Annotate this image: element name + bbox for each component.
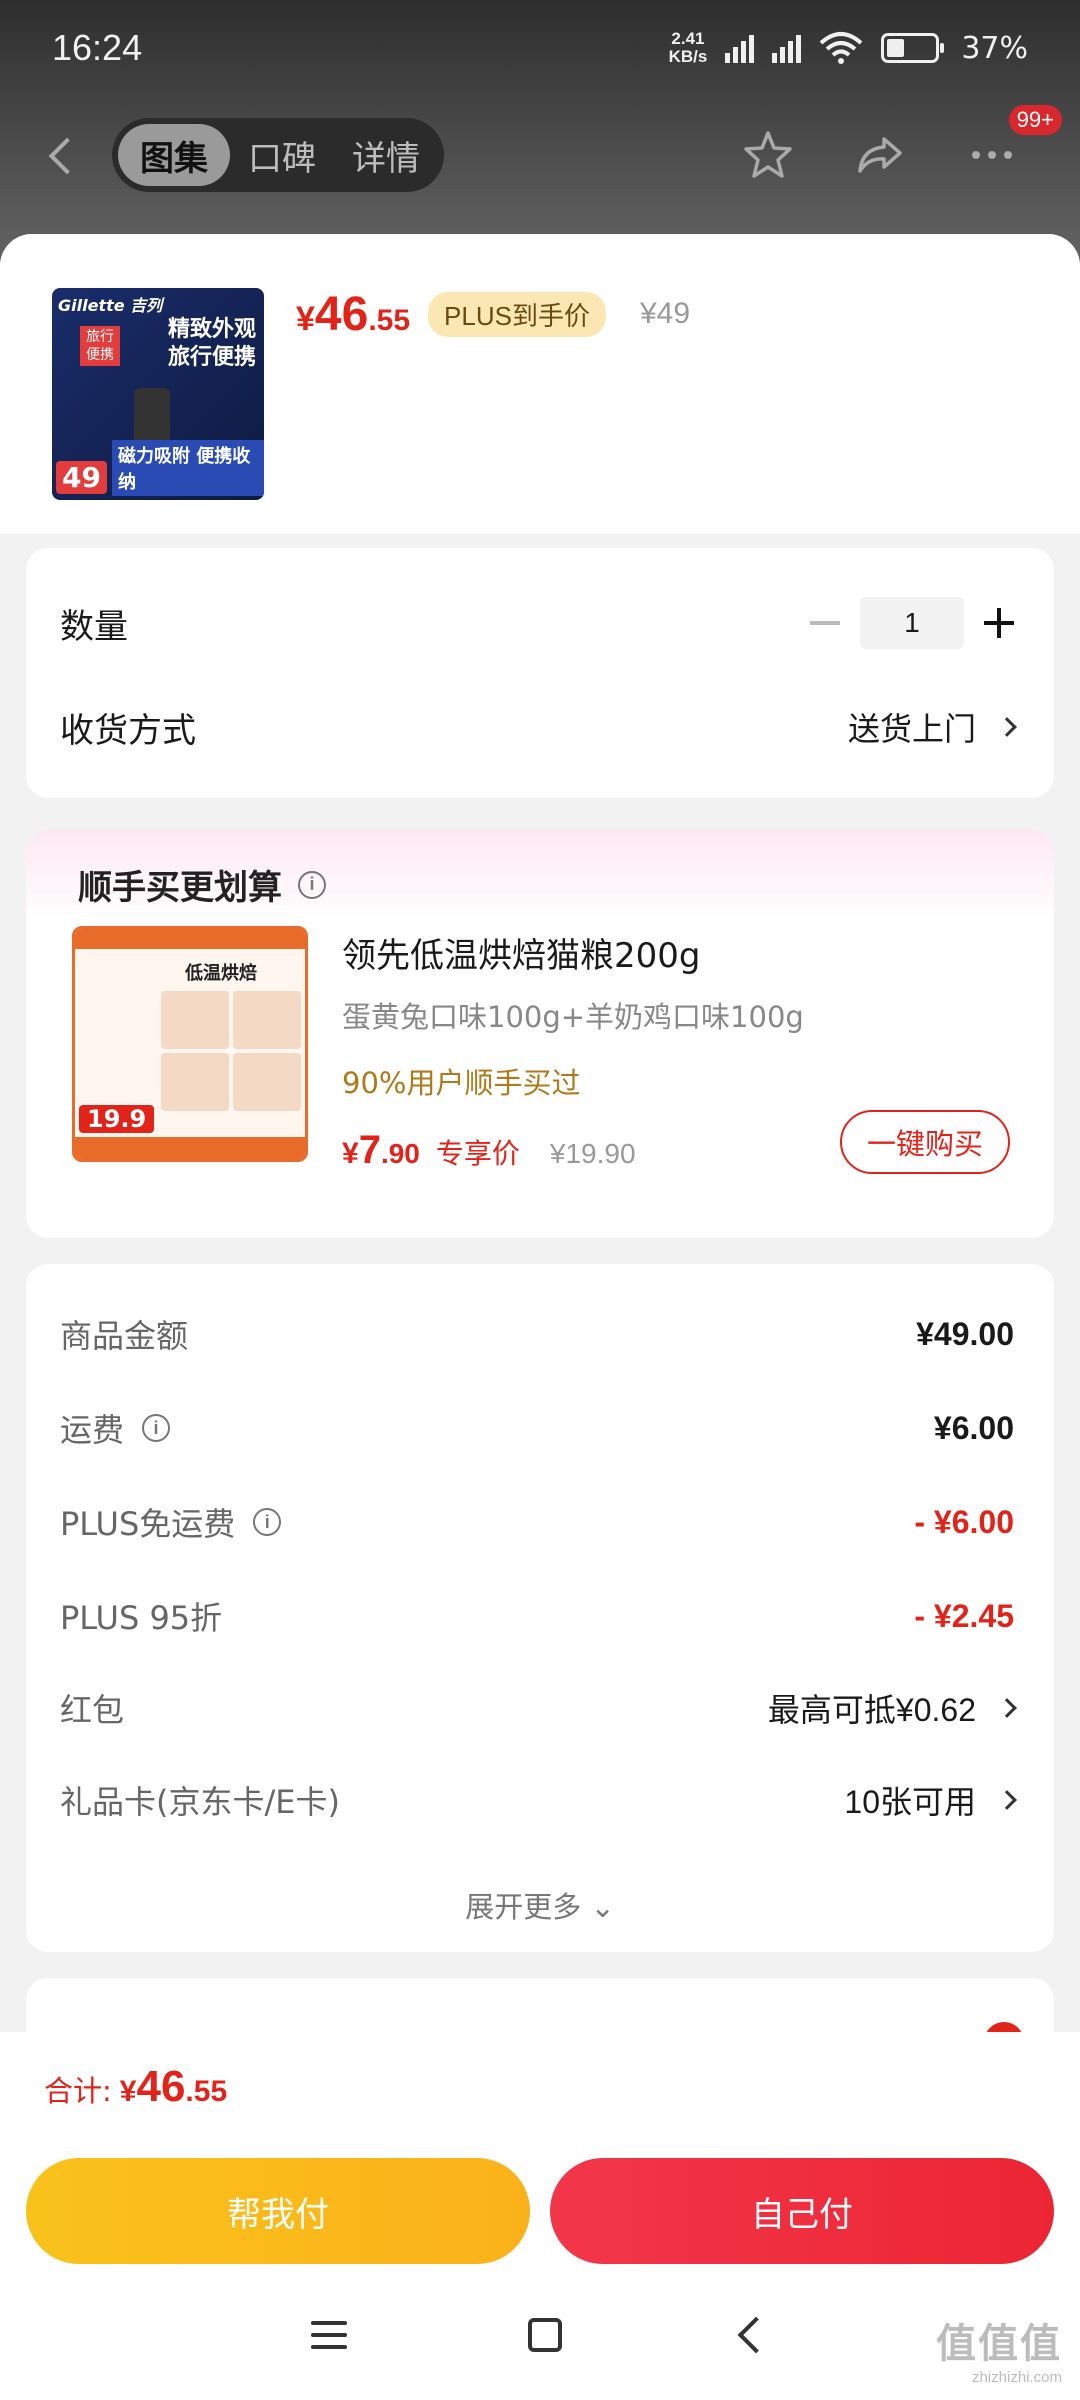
addon-name[interactable]: 领先低温烘焙猫粮200g	[342, 928, 700, 977]
addon-price-row: ¥7.90 专享价 ¥19.90	[342, 1128, 636, 1173]
shipping-value: ¥6.00	[933, 1409, 1014, 1446]
addon-title: 顺手买更划算 i	[78, 860, 326, 909]
fee-row-shipping: 运费 i ¥6.00	[60, 1409, 1014, 1450]
chevron-down-icon: ⌄	[590, 1890, 615, 1924]
addon-thumb-price: 19.9	[79, 1105, 155, 1133]
share-icon[interactable]	[852, 127, 908, 183]
tab-reviews[interactable]: 口碑	[230, 124, 334, 186]
menu-icon[interactable]	[310, 2321, 347, 2349]
fee-row-subtotal: 商品金额 ¥49.00	[60, 1315, 1014, 1356]
home-icon[interactable]	[527, 2318, 562, 2352]
plus-discount-value: - ¥2.45	[914, 1597, 1014, 1634]
product-thumbnail[interactable]: Gillette 吉列 旅行便携 精致外观 旅行便携 49 磁力吸附 便携收纳	[52, 288, 264, 500]
pay-myself-button[interactable]: 自己付	[550, 2158, 1054, 2264]
watermark-logo: 值值值	[936, 2321, 1062, 2367]
network-speed-unit: KB/s	[668, 47, 708, 66]
quantity-input[interactable]: 1	[860, 597, 964, 649]
total-label: 合计:	[44, 2074, 112, 2108]
chevron-right-icon	[997, 1790, 1017, 1810]
decrease-button[interactable]	[810, 621, 840, 625]
order-total: 合计: ¥46.55	[44, 2062, 227, 2112]
thumb-tag: 旅行便携	[80, 326, 120, 366]
delivery-label: 收货方式	[60, 710, 196, 751]
info-icon[interactable]: i	[298, 870, 326, 899]
fee-breakdown-card: 商品金额 ¥49.00 运费 i ¥6.00 PLUS免运费 i - ¥6.00 P…	[26, 1264, 1054, 1952]
thumb-price: 49	[56, 461, 107, 494]
quantity-label: 数量	[60, 606, 128, 647]
network-speed-value: 2.41	[671, 29, 705, 48]
status-time: 16:24	[52, 27, 143, 68]
favorite-star-icon[interactable]	[740, 127, 796, 183]
status-icons: 2.41 KB/s 37%	[669, 30, 1028, 66]
one-click-buy-button[interactable]: 一键购买	[840, 1110, 1010, 1174]
system-nav-bar	[0, 2270, 1080, 2400]
info-icon[interactable]: i	[142, 1414, 171, 1442]
addon-original-price: ¥19.90	[549, 1138, 636, 1169]
addon-thumbnail[interactable]: 低温烘焙 19.9	[72, 926, 308, 1162]
product-price-row: ¥46.55 PLUS到手价 ¥49	[296, 286, 690, 342]
total-amount: ¥46.55	[119, 2062, 228, 2111]
addon-spec: 蛋黄兔口味100g+羊奶鸡口味100g	[342, 1000, 804, 1034]
signal-icon	[725, 33, 755, 63]
gift-card-value: 10张可用	[844, 1777, 1017, 1823]
fee-row-gift-card[interactable]: 礼品卡(京东卡/E卡) 10张可用	[60, 1770, 1017, 1830]
thumb-brand: Gillette 吉列	[58, 296, 163, 315]
red-packet-value: 最高可抵¥0.62	[768, 1685, 1017, 1731]
quantity-stepper: 1	[810, 597, 1014, 649]
tab-switcher: 图集 口碑 详情	[112, 118, 444, 192]
help-me-pay-button[interactable]: 帮我付	[26, 2158, 530, 2264]
chevron-right-icon	[997, 717, 1017, 737]
watermark: 值值值 zhizhizhi.com	[936, 2311, 1062, 2386]
addon-price: ¥7.90	[342, 1128, 420, 1172]
quantity-delivery-card: 数量 1 收货方式 送货上门	[26, 548, 1054, 798]
product-price: ¥46.55	[296, 287, 411, 341]
more-menu-icon[interactable]: 99+	[964, 105, 1062, 183]
plus-shipping-discount: - ¥6.00	[914, 1503, 1014, 1540]
subtotal-value: ¥49.00	[916, 1315, 1014, 1352]
tab-gallery[interactable]: 图集	[118, 124, 230, 186]
status-bar: 16:24 2.41 KB/s 37%	[0, 0, 1080, 96]
payment-bar: 合计: ¥46.55 帮我付 自己付 值值值 zhizhizhi.com	[0, 2032, 1080, 2400]
signal-icon	[772, 33, 802, 63]
fee-row-plus-discount: PLUS 95折 - ¥2.45	[60, 1597, 1014, 1638]
addon-thumb-title: 低温烘焙	[185, 963, 257, 984]
original-price: ¥49	[639, 297, 691, 330]
thumb-headline: 精致外观 旅行便携	[167, 317, 256, 370]
back-arrow-icon[interactable]	[40, 133, 84, 177]
plus-price-tag: PLUS到手价	[428, 291, 606, 337]
message-badge: 99+	[1008, 105, 1062, 135]
info-icon[interactable]: i	[253, 1508, 282, 1536]
watermark-url: zhizhizhi.com	[971, 2369, 1062, 2386]
battery-icon	[881, 33, 945, 63]
battery-level: 37%	[961, 30, 1028, 66]
thumb-slogan: 磁力吸附 便携收纳	[112, 440, 264, 496]
addon-price-label: 专享价	[435, 1137, 520, 1170]
product-summary: Gillette 吉列 旅行便携 精致外观 旅行便携 49 磁力吸附 便携收纳 …	[0, 234, 1080, 534]
addon-deal-card: 顺手买更划算 i 低温烘焙 19.9 领先低温烘焙猫粮200g 蛋黄兔口味100…	[26, 830, 1054, 1238]
tab-details[interactable]: 详情	[334, 124, 438, 186]
fee-row-red-packet[interactable]: 红包 最高可抵¥0.62	[60, 1678, 1017, 1738]
back-icon[interactable]	[737, 2316, 775, 2354]
delivery-row[interactable]: 收货方式 送货上门	[60, 692, 1017, 762]
delivery-value: 送货上门	[848, 704, 1017, 750]
addon-hint: 90%用户顺手买过	[342, 1066, 581, 1100]
quantity-row: 数量 1	[60, 588, 1014, 658]
network-speed: 2.41 KB/s	[669, 30, 708, 66]
fee-row-plus-shipping: PLUS免运费 i - ¥6.00	[60, 1503, 1014, 1544]
increase-button[interactable]	[984, 608, 1014, 638]
expand-more-button[interactable]: 展开更多 ⌄	[26, 1884, 1054, 1926]
product-nav-bar: 图集 口碑 详情 99+	[0, 105, 1080, 200]
wifi-icon	[819, 32, 863, 64]
nav-actions: 99+	[740, 105, 1062, 183]
chevron-right-icon	[997, 1698, 1017, 1718]
